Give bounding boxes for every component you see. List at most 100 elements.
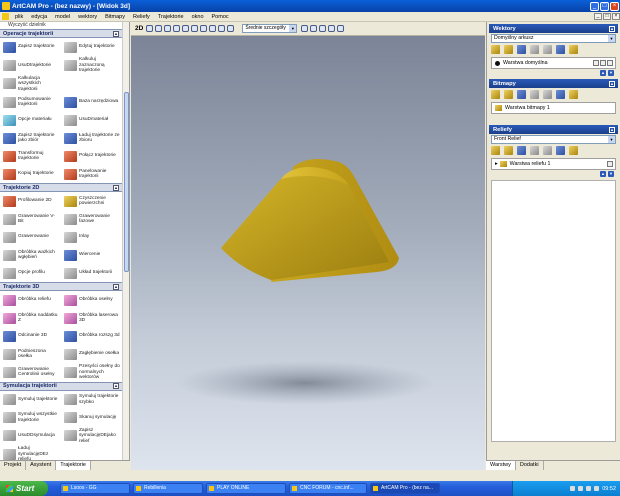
tool-button[interactable]: Zapisz symulacjęDEjako relief bbox=[61, 427, 122, 446]
new-layer-icon[interactable] bbox=[491, 45, 500, 54]
zoom-box-icon[interactable] bbox=[173, 25, 181, 32]
tab-assistant[interactable]: Asystent bbox=[26, 461, 57, 470]
tool-button[interactable]: Obróbka laserowa 3D bbox=[61, 309, 122, 327]
3d-viewport[interactable] bbox=[131, 36, 485, 470]
dropdown-arrow-icon[interactable]: ▼ bbox=[608, 35, 615, 42]
copy-icon[interactable] bbox=[530, 45, 539, 54]
collapse-icon[interactable]: ▲ bbox=[113, 283, 119, 290]
bitmaps-panel-header[interactable]: Bitmapy ▲ bbox=[489, 79, 618, 88]
menu-window[interactable]: okno bbox=[188, 14, 208, 20]
tool-button[interactable]: Grawerowanie bbox=[0, 228, 61, 246]
tool-button[interactable]: Wiercenie bbox=[61, 246, 122, 264]
new-layer-icon[interactable] bbox=[491, 146, 500, 155]
tool-button[interactable]: Grawerowanie fazowe bbox=[61, 210, 122, 228]
mdi-maximize-button[interactable]: □ bbox=[603, 13, 611, 20]
save-icon[interactable] bbox=[517, 45, 526, 54]
tray-volume-icon[interactable] bbox=[578, 486, 584, 491]
relief-select[interactable]: Front Relief ▼ bbox=[491, 135, 616, 144]
tool-button[interactable]: Symuluj wszystkie trajektorie bbox=[0, 409, 61, 427]
save-icon[interactable] bbox=[517, 90, 526, 99]
scrollbar-thumb[interactable] bbox=[124, 92, 129, 272]
tool-button[interactable]: Profilowanie 2D bbox=[0, 192, 61, 210]
taskbar-item-cnc-forum[interactable]: CNC FORUM - cnc.inf... bbox=[289, 483, 367, 494]
move-down-icon[interactable]: ▼ bbox=[608, 171, 614, 177]
shade-icon[interactable] bbox=[319, 25, 327, 32]
close-button[interactable]: × bbox=[610, 1, 619, 11]
properties-icon[interactable] bbox=[556, 90, 565, 99]
document-icon[interactable] bbox=[2, 13, 9, 20]
side-view-icon[interactable] bbox=[227, 25, 235, 32]
tool-button[interactable]: Baza narzędziowa bbox=[61, 93, 122, 111]
expand-arrow-icon[interactable]: ▸ bbox=[495, 161, 498, 167]
tool-button[interactable]: Obróbka osełny bbox=[61, 291, 122, 309]
menu-file[interactable]: plik bbox=[11, 14, 27, 20]
tool-button[interactable]: Symuluj trajektorie bbox=[0, 391, 61, 409]
tool-button[interactable]: Odcinanie 3D bbox=[0, 327, 61, 345]
delete-icon[interactable] bbox=[543, 90, 552, 99]
tool-button[interactable]: Kalkuluj zaznaczoną trajektorie bbox=[61, 56, 122, 75]
tray-security-icon[interactable] bbox=[586, 486, 592, 491]
tool-button[interactable]: Obróbka reliefu bbox=[0, 291, 61, 309]
taskbar-item-artcam[interactable]: ArtCAM Pro - (bez na... bbox=[370, 483, 440, 494]
tool-button[interactable]: Obróbka rozszg 3d bbox=[61, 327, 122, 345]
dropdown-arrow-icon[interactable]: ▼ bbox=[289, 25, 297, 32]
lock-icon[interactable] bbox=[593, 60, 599, 66]
menu-model[interactable]: model bbox=[51, 14, 74, 20]
tool-button[interactable]: Zapisz trajektorie bbox=[0, 38, 61, 56]
open-icon[interactable] bbox=[504, 146, 513, 155]
section-header[interactable]: Symulacja trajektorii ▲ bbox=[0, 381, 129, 391]
collapse-icon[interactable]: ▲ bbox=[113, 30, 119, 37]
mdi-minimize-button[interactable]: _ bbox=[594, 13, 602, 20]
tool-button[interactable]: Zagłębienie osełka bbox=[61, 345, 122, 363]
tool-button[interactable]: Inlay bbox=[61, 228, 122, 246]
menu-help[interactable]: Pomoc bbox=[208, 14, 233, 20]
tab-layers[interactable]: Warstwy bbox=[486, 461, 516, 470]
tool-button[interactable]: Czyszczenie powierzchni bbox=[61, 192, 122, 210]
dropdown-arrow-icon[interactable]: ▼ bbox=[608, 136, 615, 143]
tool-button[interactable]: Opcje profilu bbox=[0, 264, 61, 282]
tool-button[interactable]: Ładuj symulacjęDEz reliefu bbox=[0, 445, 61, 460]
taskbar-item-rebillenia[interactable]: Rebillenia bbox=[133, 483, 203, 494]
zoom-in-icon[interactable] bbox=[155, 25, 163, 32]
tool-button[interactable]: Podnieszona osełka bbox=[0, 345, 61, 363]
tab-project[interactable]: Projekt bbox=[0, 461, 27, 470]
tool-button[interactable]: Ładuj trajektorie ze zbioru bbox=[61, 129, 122, 147]
view-2d-button[interactable]: 2D bbox=[135, 25, 143, 32]
maximize-button[interactable]: □ bbox=[600, 1, 609, 11]
tool-button[interactable]: Pzesyści osełny do normalnych wektorów bbox=[61, 363, 122, 382]
iso-view-icon[interactable] bbox=[200, 25, 208, 32]
move-up-icon[interactable]: ▲ bbox=[600, 171, 606, 177]
save-icon[interactable] bbox=[517, 146, 526, 155]
tool-button[interactable]: UsuDtrajektorie bbox=[0, 56, 61, 75]
lightbulb-icon[interactable] bbox=[569, 45, 578, 54]
menu-vectors[interactable]: wektory bbox=[74, 14, 101, 20]
arrow-left-icon[interactable] bbox=[301, 25, 309, 32]
tool-button[interactable]: UsuDmateriał bbox=[61, 111, 122, 129]
quality-select[interactable]: Średnie szczegóły ▼ bbox=[242, 24, 298, 33]
collapse-icon[interactable]: ▲ bbox=[113, 184, 119, 191]
reliefs-panel-header[interactable]: Reliefy ▲ bbox=[489, 125, 618, 134]
delete-icon[interactable] bbox=[543, 45, 552, 54]
start-button[interactable]: Start bbox=[0, 481, 48, 496]
menu-bitmaps[interactable]: Bitmapy bbox=[101, 14, 129, 20]
tool-button[interactable]: UsuDDsymulacja bbox=[0, 427, 61, 446]
vector-sheet-select[interactable]: Domyślny arkusz ▼ bbox=[491, 34, 616, 43]
bitmap-layer-row[interactable]: Warstwa bitmapy 1 bbox=[492, 103, 615, 113]
copy-icon[interactable] bbox=[530, 90, 539, 99]
light-icon[interactable] bbox=[328, 25, 336, 32]
section-header[interactable]: Trajektorie 3D ▲ bbox=[0, 282, 129, 291]
panel-scrollbar[interactable] bbox=[122, 22, 129, 460]
copy-icon[interactable] bbox=[530, 146, 539, 155]
tool-button[interactable]: Grawerowanie V-Bit bbox=[0, 210, 61, 228]
tool-button[interactable]: Zapisz trajektorie jako zbiór bbox=[0, 129, 61, 147]
move-down-icon[interactable]: ▼ bbox=[608, 70, 614, 76]
help-icon[interactable] bbox=[337, 25, 345, 32]
move-up-icon[interactable]: ▲ bbox=[600, 70, 606, 76]
delete-icon[interactable] bbox=[543, 146, 552, 155]
open-icon[interactable] bbox=[504, 45, 513, 54]
tool-button[interactable]: Symuluj trajektorie szybko bbox=[61, 391, 122, 409]
collapse-icon[interactable]: ▲ bbox=[609, 25, 615, 32]
visibility-icon[interactable] bbox=[607, 60, 613, 66]
taskbar-item-gg[interactable]: Lsoos - GG bbox=[60, 483, 130, 494]
top-view-icon[interactable] bbox=[209, 25, 217, 32]
